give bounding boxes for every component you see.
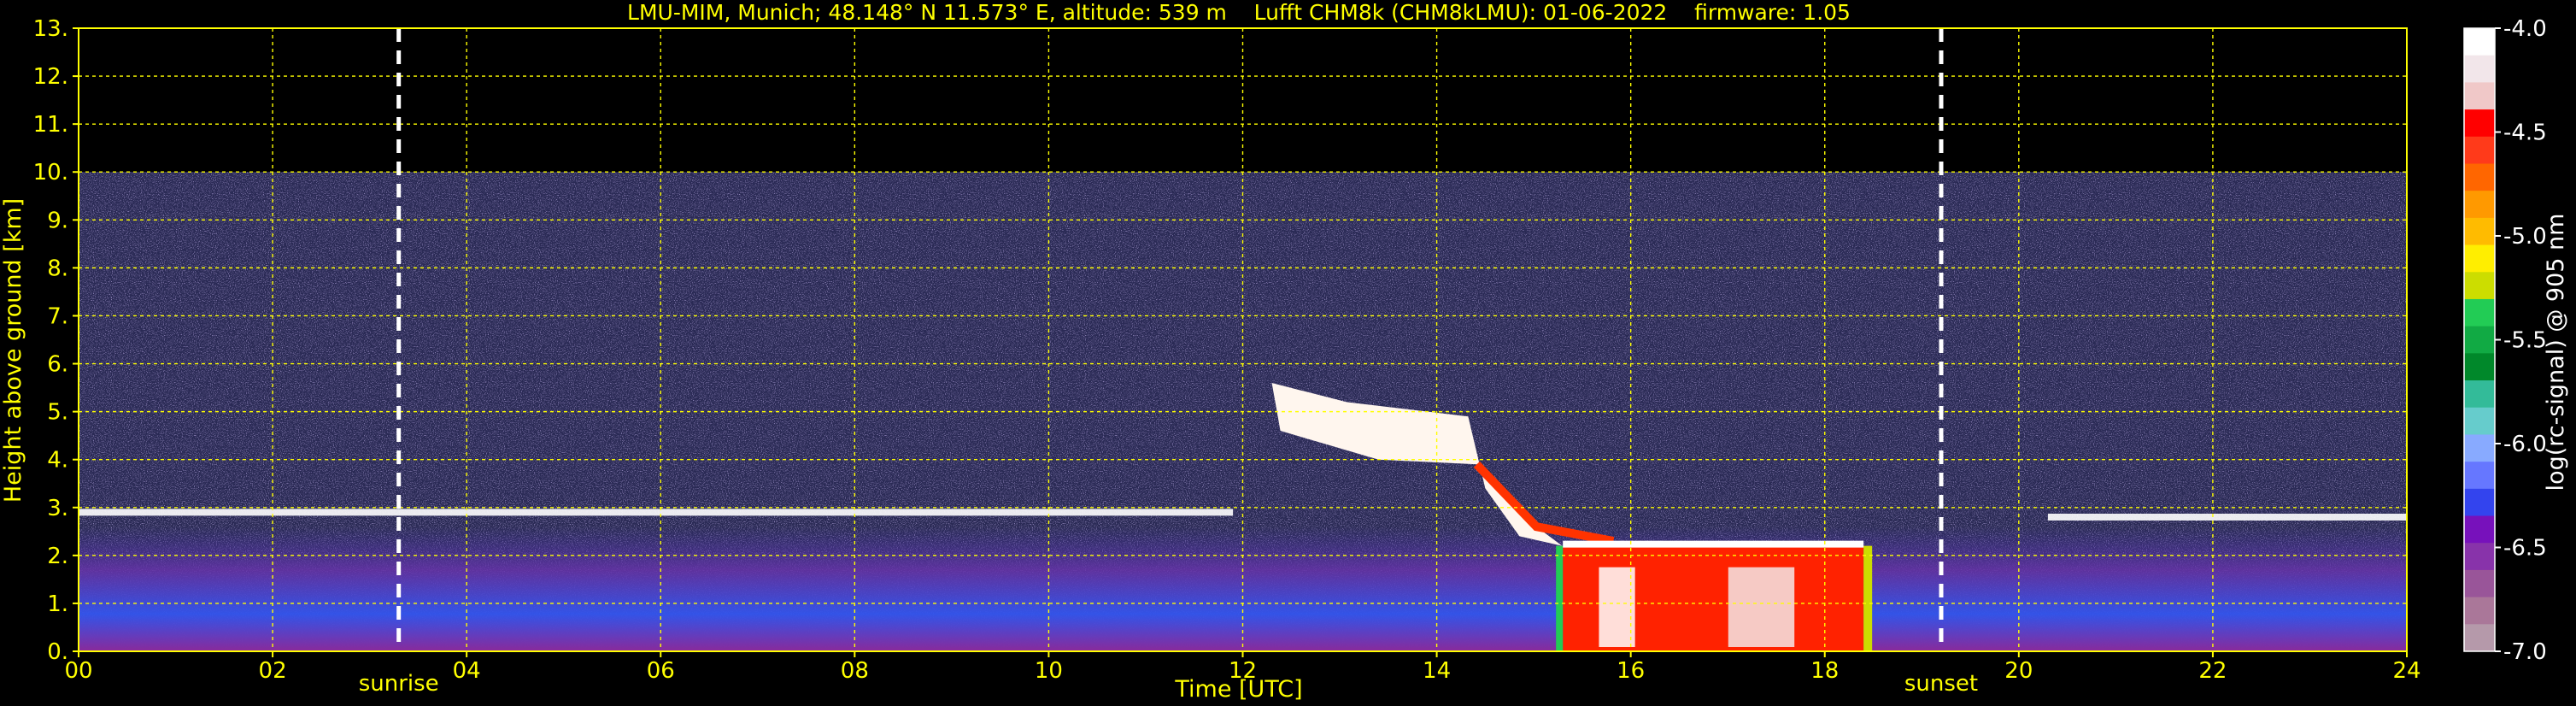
- colorbar-segment: [2464, 434, 2495, 462]
- y-tick-label: 2.: [47, 544, 68, 569]
- colorbar-tick-label: -4.5: [2503, 121, 2547, 146]
- colorbar-segment: [2464, 326, 2495, 354]
- colorbar-segment: [2464, 597, 2495, 625]
- feature-layer-top: [2047, 513, 2407, 521]
- colorbar-segment: [2464, 55, 2495, 83]
- colorbar-segment: [2464, 244, 2495, 273]
- colorbar-segment: [2464, 380, 2495, 409]
- colorbar-tick-label: -6.0: [2503, 432, 2547, 457]
- x-tick-label: 06: [647, 658, 675, 684]
- y-tick-label: 9.: [47, 208, 68, 233]
- colorbar-tick-label: -6.5: [2503, 536, 2547, 562]
- colorbar-segment: [2464, 515, 2495, 544]
- y-tick-label: 1.: [47, 591, 68, 617]
- y-tick-label: 3.: [47, 496, 68, 521]
- y-tick-label: 11.: [33, 112, 68, 138]
- y-axis-label: Height above ground [km]: [0, 198, 26, 503]
- colorbar-segment: [2464, 136, 2495, 164]
- x-tick-label: 04: [453, 658, 481, 684]
- y-tick-label: 10.: [33, 160, 68, 185]
- chart-title: LMU-MIM, Munich; 48.148° N 11.573° E, al…: [627, 0, 1851, 25]
- colorbar-segment: [2464, 569, 2495, 598]
- colorbar-segment: [2464, 191, 2495, 219]
- x-tick-label: 20: [2004, 658, 2033, 684]
- x-tick-label: 08: [841, 658, 869, 684]
- colorbar-segment: [2464, 543, 2495, 571]
- marker-label-sunrise: sunrise: [359, 671, 439, 697]
- y-tick-label: 6.: [47, 352, 68, 378]
- marker-label-sunset: sunset: [1904, 671, 1978, 697]
- x-tick-label: 16: [1617, 658, 1645, 684]
- x-axis-label: Time [UTC]: [1174, 676, 1302, 703]
- y-tick-label: 7.: [47, 303, 68, 329]
- colorbar-segment: [2464, 624, 2495, 652]
- colorbar-segment: [2464, 407, 2495, 435]
- feature-layer-top: [79, 509, 1234, 516]
- feature-low-cloud-top: [1563, 540, 1864, 548]
- colorbar-segment: [2464, 488, 2495, 517]
- colorbar: -4.0 -4.5 -5.0 -5.5 -6.0 -6.5 -7.0: [2463, 16, 2547, 665]
- colorbar-tick-label: -5.5: [2503, 328, 2547, 354]
- colorbar-segment: [2464, 217, 2495, 246]
- y-tick-labels: 0. 1. 2. 3. 4. 5. 6. 7. 8. 9. 10. 11. 12. 13.: [33, 16, 79, 665]
- feature-low-cloud-core: [1599, 567, 1635, 647]
- colorbar-segment: [2464, 163, 2495, 191]
- y-tick-label: 4.: [47, 448, 68, 474]
- x-tick-label: 24: [2392, 658, 2421, 684]
- x-tick-label: 22: [2198, 658, 2227, 684]
- colorbar-tick-label: -7.0: [2503, 639, 2547, 665]
- y-tick-label: 5.: [47, 400, 68, 426]
- x-tick-label: 02: [259, 658, 287, 684]
- x-tick-label: 10: [1035, 658, 1063, 684]
- colorbar-segment: [2464, 353, 2495, 381]
- y-tick-label: 0.: [47, 639, 68, 665]
- colorbar-segment: [2464, 272, 2495, 300]
- feature-low-cloud-core: [1728, 567, 1795, 647]
- x-tick-label: 00: [64, 658, 92, 684]
- colorbar-tick-label: -4.0: [2503, 16, 2547, 42]
- colorbar-segment: [2464, 462, 2495, 490]
- x-tick-label: 14: [1423, 658, 1451, 684]
- x-tick-label: 18: [1810, 658, 1839, 684]
- feature-low-cloud-edge: [1863, 545, 1873, 651]
- feature-low-cloud-edge: [1556, 545, 1564, 651]
- y-tick-label: 12.: [33, 64, 68, 90]
- colorbar-tick-label: -5.0: [2503, 224, 2547, 250]
- ceilometer-chart: sunrise sunset 00 02 04 06 08 10 12 14 16 18 20 22 24…: [0, 0, 2569, 703]
- colorbar-segment: [2464, 109, 2495, 138]
- colorbar-segment: [2464, 298, 2495, 327]
- y-tick-label: 8.: [47, 256, 68, 281]
- y-tick-label: 13.: [33, 16, 68, 42]
- colorbar-segment: [2464, 28, 2495, 56]
- colorbar-label: log(rc-signal) @ 905 nm: [2543, 214, 2569, 491]
- colorbar-segment: [2464, 82, 2495, 110]
